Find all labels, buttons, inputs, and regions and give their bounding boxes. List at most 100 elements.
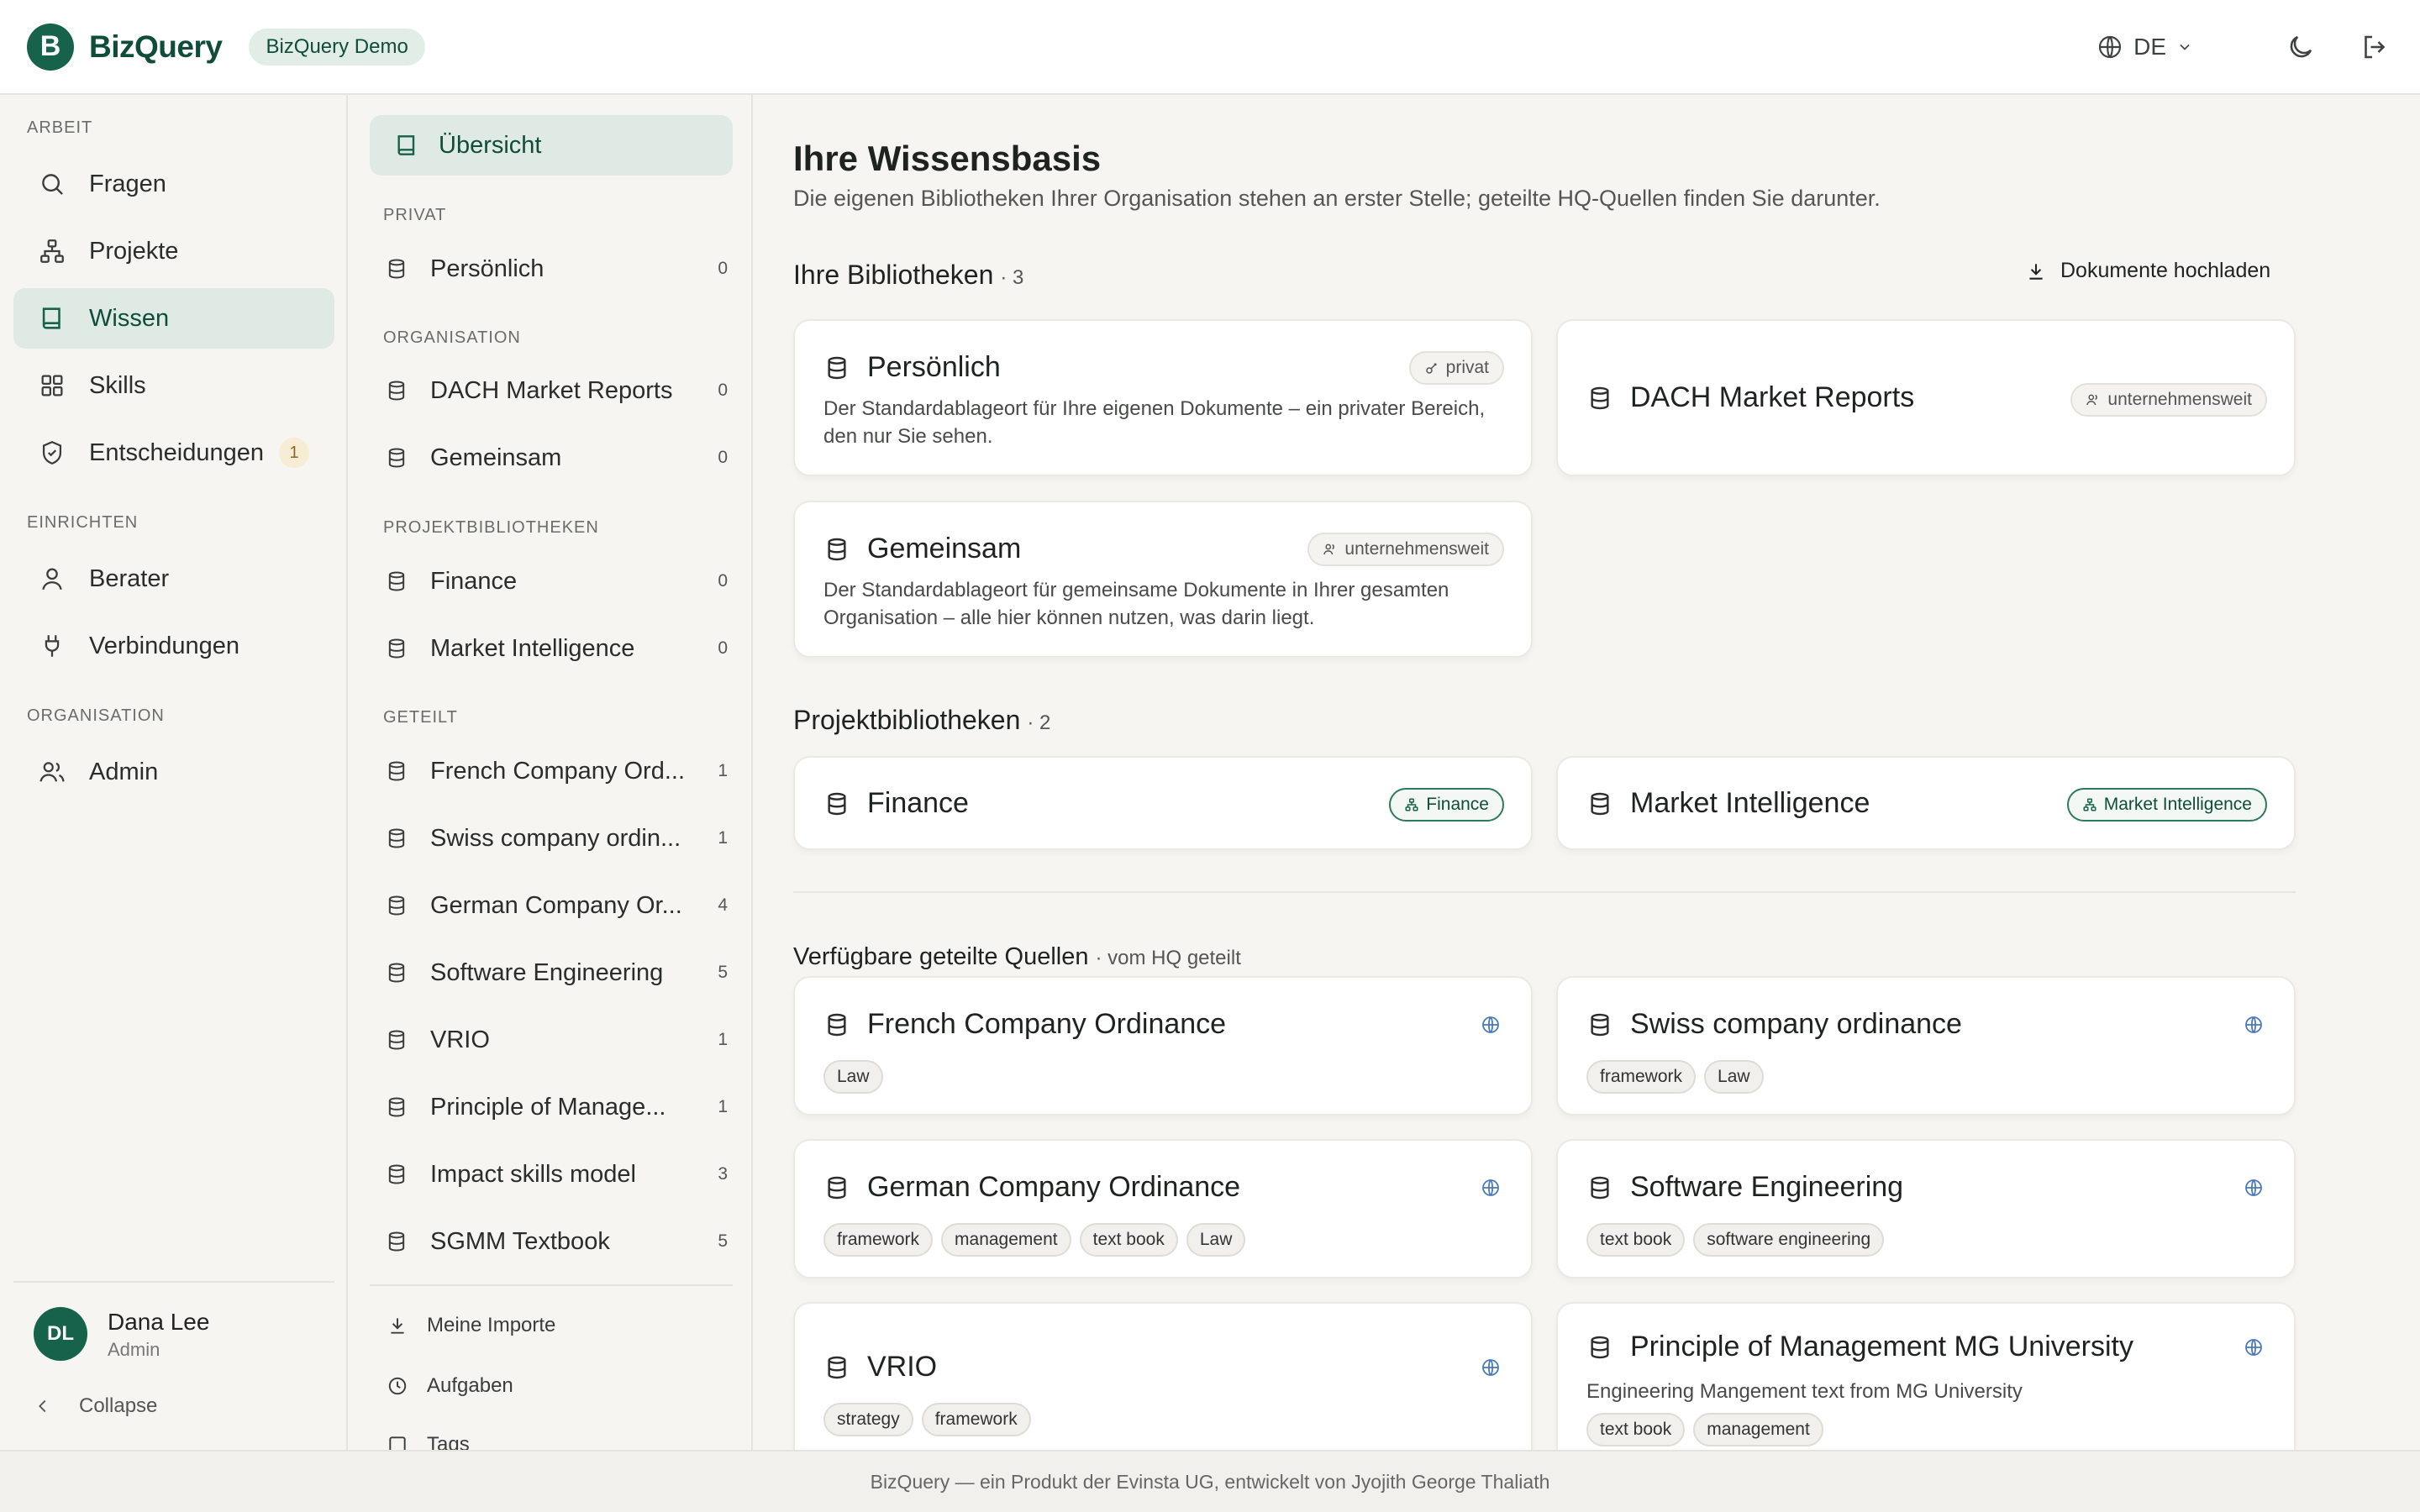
nav-item-decisions[interactable]: Entscheidungen 1 [13,423,334,483]
shared-globe-icon [2245,1339,2262,1356]
tag[interactable]: text book [1586,1413,1686,1446]
library-count: 1 [718,828,728,848]
tag[interactable]: framework [823,1223,934,1257]
dark-mode-toggle-icon[interactable] [2282,29,2319,66]
library-item-dach-market-reports[interactable]: DACH Market Reports 0 [383,365,728,416]
tag[interactable]: text book [1079,1223,1178,1257]
library-label: Persönlich [430,255,544,282]
section-heading: Projektbibliotheken [793,705,1021,735]
nav-label: Berater [89,564,170,592]
card-title-text: DACH Market Reports [1630,381,1915,413]
card-title-text: Market Intelligence [1630,787,1870,819]
database-icon [1586,1174,1613,1201]
library-count: 3 [718,1164,728,1184]
library-panel: Übersicht PRIVAT Persönlich 0 ORGANISATI… [350,95,753,1450]
nav-item-knowledge[interactable]: Wissen [13,288,334,349]
card-title-text: Software Engineering [1630,1171,1904,1203]
project-badge[interactable]: Market Intelligence [2066,788,2267,822]
section-heading: Verfügbare geteilte Quellen [793,943,1089,970]
nav-item-projects[interactable]: Projekte [13,221,334,281]
library-label: SGMM Textbook [430,1227,610,1255]
library-item-shared[interactable]: Principle of Manage... 1 [383,1082,728,1132]
tag[interactable]: text book [1586,1223,1686,1257]
library-item-market-intelligence[interactable]: Market Intelligence 0 [383,623,728,674]
card-title: DACH Market Reports [1586,381,1914,414]
chevron-down-icon [2176,39,2193,55]
database-icon [1586,1011,1613,1038]
tag[interactable]: software engineering [1693,1223,1885,1257]
download-icon [2025,260,2047,282]
library-count: 0 [718,381,728,400]
section-own-libraries: Ihre Bibliotheken · 3 [793,260,1023,291]
user-avatar[interactable]: DL [34,1307,87,1361]
decisions-count-badge: 1 [279,438,309,468]
database-icon [823,1354,850,1381]
library-count: 0 [718,448,728,467]
shared-card-swiss-company-ordinance[interactable]: Swiss company ordinance framework Law [1556,976,2296,1116]
nav-section-setup: EINRICHTEN [27,513,139,532]
tag[interactable]: strategy [823,1403,913,1436]
tag[interactable]: Law [1704,1060,1764,1094]
card-description: Der Standardablageort für Ihre eigenen D… [823,397,1486,448]
shared-card-vrio[interactable]: VRIO strategy framework [793,1302,1533,1450]
library-overview-item[interactable]: Übersicht [370,115,733,176]
library-label: Finance [430,567,518,595]
library-item-shared[interactable]: Swiss company ordin... 1 [383,813,728,864]
library-card-common[interactable]: Gemeinsam unternehmensweit Der Standarda… [793,501,1533,658]
tag[interactable]: Law [1186,1223,1246,1257]
library-card-dach-market-reports[interactable]: DACH Market Reports unternehmensweit [1556,319,2296,476]
nav-section-organisation: ORGANISATION [27,706,165,725]
nav-item-questions[interactable]: Fragen [13,154,334,214]
tasks-link[interactable]: Aufgaben [387,1374,513,1398]
nav-item-connections[interactable]: Verbindungen [13,616,334,676]
logout-icon[interactable] [2356,29,2393,66]
project-card-market-intelligence[interactable]: Market Intelligence Market Intelligence [1556,756,2296,850]
section-project-libraries: Projektbibliotheken · 2 [793,705,1050,736]
shared-card-french-company-ordinance[interactable]: French Company Ordinance Law [793,976,1533,1116]
library-item-shared[interactable]: Impact skills model 3 [383,1149,728,1200]
database-icon [1586,790,1613,817]
user-role: Admin [108,1339,160,1360]
library-item-shared[interactable]: VRIO 1 [383,1015,728,1065]
tag[interactable]: management [941,1223,1071,1257]
nav-item-skills[interactable]: Skills [13,355,334,416]
project-badge[interactable]: Finance [1389,788,1504,822]
privacy-badge-company-wide: unternehmensweit [1307,533,1504,566]
my-imports-link[interactable]: Meine Importe [387,1314,555,1337]
tag[interactable]: Law [823,1060,883,1094]
shared-card-software-engineering[interactable]: Software Engineering text book software … [1556,1139,2296,1278]
project-card-finance[interactable]: Finance Finance [793,756,1533,850]
shared-card-principle-of-management[interactable]: Principle of Management MG University En… [1556,1302,2296,1450]
nav-item-admin[interactable]: Admin [13,742,334,802]
tags-link[interactable]: Tags [387,1433,470,1450]
language-selector[interactable]: DE [2096,34,2193,60]
nav-item-advisors[interactable]: Berater [13,549,334,609]
language-label: DE [2133,33,2166,60]
library-item-shared[interactable]: SGMM Textbook 5 [383,1216,728,1267]
plug-icon [35,629,69,663]
upload-documents-button[interactable]: Dokumente hochladen [2025,259,2270,283]
database-icon [383,959,410,986]
tag-list: strategy framework [823,1403,1031,1436]
library-label: Impact skills model [430,1160,636,1188]
tag[interactable]: framework [1586,1060,1697,1094]
library-item-shared[interactable]: Software Engineering 5 [383,948,728,998]
library-item-shared[interactable]: German Company Or... 4 [383,880,728,931]
collapse-sidebar-button[interactable]: Collapse [34,1394,157,1418]
library-count: 1 [718,1097,728,1116]
library-item-finance[interactable]: Finance 0 [383,556,728,606]
shared-globe-icon [1482,1359,1499,1376]
shared-card-german-company-ordinance[interactable]: German Company Ordinance framework manag… [793,1139,1533,1278]
card-title: Principle of Management MG University [1586,1331,2133,1363]
library-item-personal[interactable]: Persönlich 0 [383,244,728,294]
tag[interactable]: management [1693,1413,1823,1446]
brand-logo[interactable]: B [27,23,74,71]
library-card-personal[interactable]: Persönlich privat Der Standardablageort … [793,319,1533,476]
card-title: VRIO [823,1351,937,1383]
library-section-private: PRIVAT [383,206,447,224]
library-item-shared-common[interactable]: Gemeinsam 0 [383,433,728,483]
tag[interactable]: framework [921,1403,1031,1436]
nav-divider [13,1281,334,1283]
library-item-shared[interactable]: French Company Ord... 1 [383,746,728,796]
brand-name[interactable]: BizQuery [89,29,223,65]
